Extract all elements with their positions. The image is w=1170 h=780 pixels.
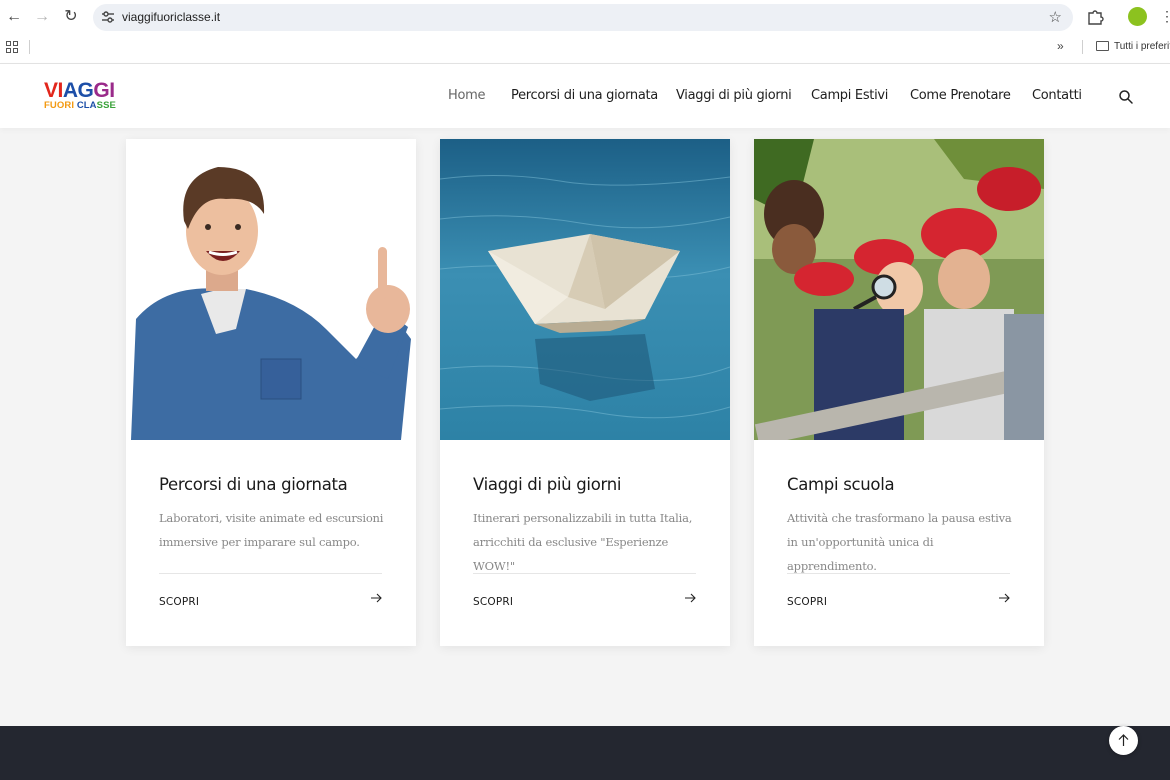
apps-grid-icon[interactable] bbox=[6, 41, 18, 53]
nav-viaggi[interactable]: Viaggi di più giorni bbox=[676, 88, 792, 103]
card-description: Itinerari personalizzabili in tutta Ital… bbox=[473, 511, 693, 573]
card-description: Attività che trasformano la pausa estiva… bbox=[787, 511, 1012, 573]
reload-icon[interactable]: ↻ bbox=[62, 8, 80, 26]
card-percorsi: Percorsi di una giornata Laboratori, vis… bbox=[126, 139, 416, 646]
children-explorers-illustration bbox=[754, 139, 1044, 440]
profile-avatar[interactable] bbox=[1128, 7, 1147, 26]
scopri-link[interactable]: SCOPRI bbox=[787, 596, 827, 608]
card-viaggi: Viaggi di più giorni Itinerari personali… bbox=[440, 139, 730, 646]
menu-kebab-icon[interactable]: ⋮ bbox=[1160, 7, 1170, 25]
card-description: Laboratori, visite animate ed escursioni… bbox=[159, 511, 384, 549]
folder-icon[interactable] bbox=[1096, 41, 1109, 51]
main-navigation: Home Percorsi di una giornata Viaggi di … bbox=[0, 88, 1170, 108]
paper-boat-illustration bbox=[440, 139, 730, 440]
boy-pointing-illustration bbox=[126, 139, 416, 440]
card-image-children[interactable] bbox=[754, 139, 1044, 440]
bookmarks-separator bbox=[29, 40, 30, 54]
browser-toolbar: ← → ↻ viaggifuoriclasse.it ☆ ⋮ bbox=[0, 0, 1170, 34]
card-image-boy[interactable] bbox=[126, 139, 416, 440]
card-title[interactable]: Percorsi di una giornata bbox=[159, 475, 348, 494]
forward-arrow-icon[interactable]: → bbox=[33, 8, 51, 26]
back-to-top-button[interactable] bbox=[1109, 726, 1138, 755]
arrow-right-icon[interactable] bbox=[684, 592, 696, 604]
card-divider bbox=[159, 573, 382, 574]
card-divider bbox=[473, 573, 696, 574]
nav-percorsi[interactable]: Percorsi di una giornata bbox=[511, 88, 658, 103]
footer-band bbox=[0, 726, 1170, 780]
address-bar[interactable]: viaggifuoriclasse.it ☆ bbox=[93, 4, 1073, 31]
search-icon[interactable] bbox=[1118, 89, 1134, 105]
bookmarks-separator bbox=[1082, 40, 1083, 54]
arrow-right-icon[interactable] bbox=[998, 592, 1010, 604]
card-title[interactable]: Viaggi di più giorni bbox=[473, 475, 621, 494]
nav-come-prenotare[interactable]: Come Prenotare bbox=[910, 88, 1011, 103]
card-campi: Campi scuola Attività che trasformano la… bbox=[754, 139, 1044, 646]
url-text[interactable]: viaggifuoriclasse.it bbox=[122, 10, 220, 24]
scopri-link[interactable]: SCOPRI bbox=[159, 596, 199, 608]
bookmarks-bar: » Tutti i preferiti bbox=[0, 34, 1170, 64]
arrow-right-icon[interactable] bbox=[370, 592, 382, 604]
arrow-up-icon bbox=[1118, 734, 1129, 746]
nav-contatti[interactable]: Contatti bbox=[1032, 88, 1082, 103]
scopri-link[interactable]: SCOPRI bbox=[473, 596, 513, 608]
more-bookmarks-chevron-icon[interactable]: » bbox=[1057, 39, 1064, 53]
back-arrow-icon[interactable]: ← bbox=[5, 8, 23, 26]
extensions-puzzle-icon[interactable] bbox=[1086, 8, 1104, 26]
nav-campi-estivi[interactable]: Campi Estivi bbox=[811, 88, 888, 103]
nav-home[interactable]: Home bbox=[448, 88, 486, 103]
site-header: VIAGGI FUORI CLASSE Home Percorsi di una… bbox=[0, 64, 1170, 128]
all-bookmarks-folder[interactable]: Tutti i preferiti bbox=[1114, 41, 1170, 52]
card-image-boat[interactable] bbox=[440, 139, 730, 440]
bookmark-star-icon[interactable]: ☆ bbox=[1049, 8, 1062, 26]
card-divider bbox=[787, 573, 1010, 574]
card-title[interactable]: Campi scuola bbox=[787, 475, 895, 494]
site-settings-icon[interactable] bbox=[100, 9, 116, 25]
